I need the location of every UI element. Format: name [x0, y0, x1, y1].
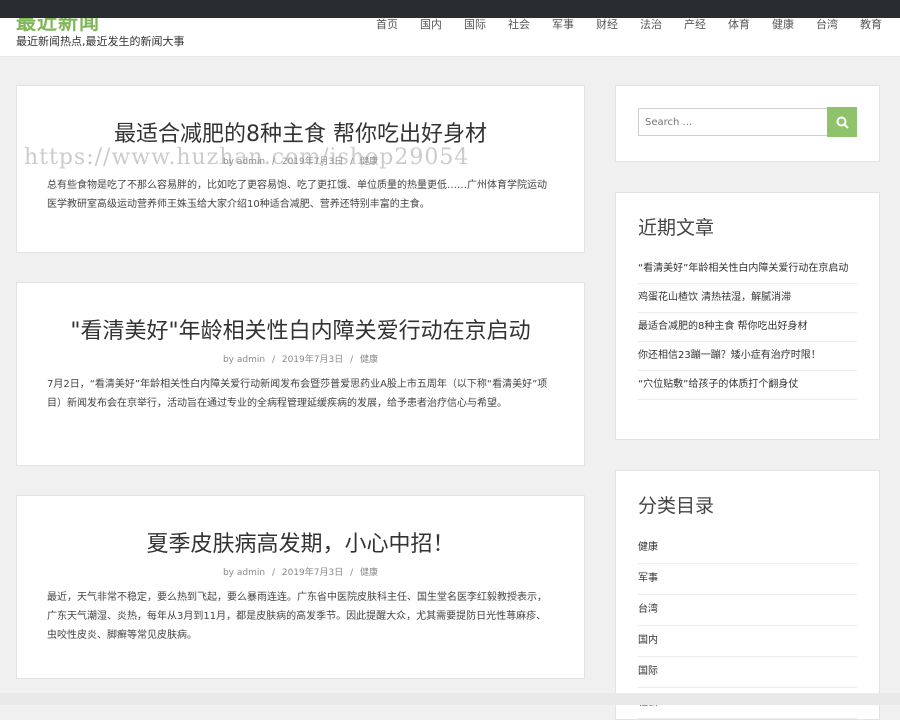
category-link[interactable]: 国内 [638, 626, 857, 657]
post-category[interactable]: 健康 [360, 568, 378, 578]
search-button[interactable] [827, 107, 857, 137]
widget-title: 近期文章 [638, 217, 715, 239]
category-link[interactable]: 国际 [638, 657, 857, 688]
post-date[interactable]: 2019年7月3日 [282, 355, 343, 365]
meta-separator: / [271, 355, 275, 365]
meta-separator: / [350, 355, 354, 365]
recent-post-link[interactable]: 最适合减肥的8种主食 帮你吃出好身材 [638, 313, 857, 342]
post-meta: by admin / 2019年7月3日 / 健康 [17, 565, 584, 578]
search-input[interactable] [638, 108, 828, 136]
post-card: 最适合减肥的8种主食 帮你吃出好身材 by admin / 2019年7月3日 … [16, 85, 585, 253]
site-header: 最近新闻 最近新闻热点,最近发生的新闻大事 首页 国内 国际 社会 军事 财经 … [0, 18, 900, 57]
post-title[interactable]: 最适合减肥的8种主食 帮你吃出好身材 [17, 116, 584, 148]
category-link[interactable]: 台湾 [638, 595, 857, 626]
category-link[interactable]: 健康 [638, 533, 857, 564]
recent-posts-list: “看清美好”年龄相关性白内障关爱行动在京启动 鸡蛋花山楂饮 清热祛湿，解腻消滞 … [638, 255, 857, 400]
nav-item-education[interactable]: 教育 [838, 18, 882, 32]
widget-title: 分类目录 [638, 495, 715, 517]
recent-posts-widget: 近期文章 “看清美好”年龄相关性白内障关爱行动在京启动 鸡蛋花山楂饮 清热祛湿，… [615, 192, 880, 440]
meta-separator: / [350, 157, 354, 167]
post-card: "看清美好"年龄相关性白内障关爱行动在京启动 by admin / 2019年7… [16, 282, 585, 466]
post-author[interactable]: by admin [223, 157, 265, 167]
nav-item-taiwan[interactable]: 台湾 [794, 18, 838, 32]
meta-separator: / [350, 568, 354, 578]
post-excerpt: 7月2日，“看清美好”年龄相关性白内障关爱行动新闻发布会暨莎普爱思药业A股上市五… [47, 379, 548, 409]
search-widget [615, 85, 880, 162]
post-author[interactable]: by admin [223, 568, 265, 578]
nav-item-home[interactable]: 首页 [354, 18, 398, 32]
post-excerpt: 总有些食物是吃了不那么容易胖的，比如吃了更容易饱、吃了更扛饿、单位质量的热量更低… [47, 180, 547, 210]
recent-post-link[interactable]: 鸡蛋花山楂饮 清热祛湿，解腻消滞 [638, 284, 857, 313]
bottom-strip [0, 693, 900, 705]
nav-item-domestic[interactable]: 国内 [398, 18, 442, 32]
recent-post-link[interactable]: “看清美好”年龄相关性白内障关爱行动在京启动 [638, 255, 857, 284]
recent-post-link[interactable]: “穴位贴敷”给孩子的体质打个翻身仗 [638, 371, 857, 400]
meta-separator: / [271, 157, 275, 167]
nav-item-law[interactable]: 法治 [618, 18, 662, 32]
nav-item-international[interactable]: 国际 [442, 18, 486, 32]
categories-widget: 分类目录 健康 军事 台湾 国内 国际 社会 [615, 470, 880, 720]
nav-item-industry[interactable]: 产经 [662, 18, 706, 32]
search-icon [836, 116, 849, 129]
post-title[interactable]: 夏季皮肤病高发期，小心中招！ [17, 526, 584, 558]
post-meta: by admin / 2019年7月3日 / 健康 [17, 154, 584, 167]
recent-post-link[interactable]: 你还相信23蹦一蹦？矮小症有治疗时限！ [638, 342, 857, 371]
nav-item-finance[interactable]: 财经 [574, 18, 618, 32]
nav-item-society[interactable]: 社会 [486, 18, 530, 32]
top-bar [0, 0, 900, 18]
post-title[interactable]: "看清美好"年龄相关性白内障关爱行动在京启动 [17, 313, 584, 345]
nav-item-sports[interactable]: 体育 [706, 18, 750, 32]
post-author[interactable]: by admin [223, 355, 265, 365]
post-category[interactable]: 健康 [360, 355, 378, 365]
categories-list: 健康 军事 台湾 国内 国际 社会 [638, 533, 857, 719]
nav-item-health[interactable]: 健康 [750, 18, 794, 32]
post-date[interactable]: 2019年7月3日 [282, 157, 343, 167]
main-nav: 首页 国内 国际 社会 军事 财经 法治 产经 体育 健康 台湾 教育 [354, 18, 882, 32]
post-meta: by admin / 2019年7月3日 / 健康 [17, 352, 584, 365]
post-category[interactable]: 健康 [360, 157, 378, 167]
meta-separator: / [271, 568, 275, 578]
post-date[interactable]: 2019年7月3日 [282, 568, 343, 578]
post-card: 夏季皮肤病高发期，小心中招！ by admin / 2019年7月3日 / 健康… [16, 495, 585, 679]
nav-item-military[interactable]: 军事 [530, 18, 574, 32]
category-link[interactable]: 军事 [638, 564, 857, 595]
post-excerpt: 最近，天气非常不稳定，要么热到飞起，要么暴雨连连。广东省中医院皮肤科主任、国生堂… [47, 592, 547, 641]
site-description: 最近新闻热点,最近发生的新闻大事 [16, 35, 185, 48]
